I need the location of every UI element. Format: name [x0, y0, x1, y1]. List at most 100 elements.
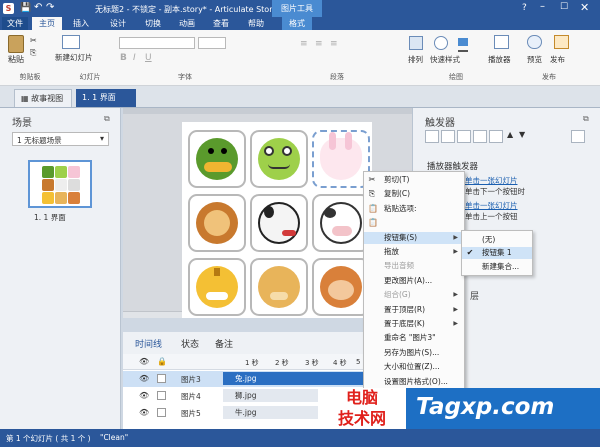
scenes-pin-icon[interactable]: ⧉ [104, 114, 110, 124]
submenu-item-none[interactable]: (无) [462, 234, 532, 246]
submenu-arrow-icon: ▶ [453, 320, 458, 327]
bold-button[interactable]: B [120, 53, 127, 63]
tab-help[interactable]: 帮助 [241, 17, 271, 30]
close-icon[interactable]: ✕ [580, 1, 589, 14]
preview-icon[interactable] [527, 35, 542, 49]
minimize-icon[interactable]: – [540, 1, 545, 12]
align-center-icon[interactable]: ≡ [315, 39, 323, 49]
quick-styles-icon[interactable] [434, 36, 448, 50]
arrange-button[interactable]: 排列 [408, 54, 423, 65]
tab-design[interactable]: 设计 [103, 17, 133, 30]
preview-button[interactable]: 预览 [527, 54, 542, 65]
context-menu-item[interactable]: 另存为图片(S)... [364, 347, 464, 359]
move-up-icon[interactable]: ▲ [507, 130, 513, 139]
menu-item-label: 大小和位置(Z)... [384, 362, 440, 372]
context-menu-item[interactable]: 📋 [364, 217, 464, 229]
italic-button[interactable]: I [133, 53, 136, 63]
picture-rabbit[interactable] [312, 130, 370, 188]
tab-format[interactable]: 格式 [282, 17, 312, 30]
tab-view[interactable]: 查看 [206, 17, 236, 30]
maximize-icon[interactable]: ☐ [560, 2, 568, 12]
quick-styles-button[interactable]: 快速样式 [430, 54, 460, 65]
align-left-icon[interactable]: ≡ [300, 39, 308, 49]
picture-tiger[interactable] [188, 258, 246, 316]
player-button[interactable]: 播放器 [488, 54, 511, 65]
context-menu-item[interactable]: 重命名 "图片3" [364, 332, 464, 344]
save-icon[interactable]: 💾 [20, 3, 31, 13]
slide-canvas[interactable] [182, 122, 372, 318]
tick-1: 1 秒 [245, 359, 259, 367]
trigger-row-3[interactable]: 单击一张幻灯片 [465, 200, 518, 211]
trigger-row-1[interactable]: 单击一张幻灯片 [465, 175, 518, 186]
player-icon[interactable] [494, 35, 509, 49]
timeline-tab[interactable]: 时间线 [135, 337, 162, 350]
paste-icon[interactable] [8, 35, 24, 53]
picture-duck[interactable] [188, 130, 246, 188]
copy-trigger-icon[interactable] [457, 130, 471, 143]
menu-item-label: 置于顶层(R) [384, 304, 426, 314]
picture-monkey[interactable] [312, 258, 370, 316]
lock-toggle[interactable] [157, 374, 166, 383]
context-menu-item[interactable]: 📋 粘贴选项: [364, 203, 464, 215]
context-menu-item[interactable]: ✂ 剪切(T) [364, 174, 464, 186]
cut-icon[interactable]: ✂ [30, 36, 37, 45]
publish-button[interactable]: 发布 [550, 54, 565, 65]
copy-icon[interactable]: ⎘ [30, 48, 36, 58]
paste-trigger-icon[interactable] [473, 130, 487, 143]
edit-trigger-icon[interactable] [441, 130, 455, 143]
visibility-toggle[interactable]: 👁 [139, 408, 149, 417]
new-slide-icon[interactable] [62, 35, 80, 49]
slide-thumbnail[interactable] [28, 160, 92, 208]
tab-animations[interactable]: 动画 [172, 17, 202, 30]
scene-dropdown[interactable]: 1 无标题场景 ▾ [12, 132, 109, 146]
publish-icon[interactable] [554, 35, 569, 49]
visibility-toggle[interactable]: 👁 [139, 391, 149, 400]
context-menu-item[interactable]: 拖放 ▶ [364, 246, 464, 258]
context-menu-item[interactable]: 设置图片格式(O)... [364, 376, 464, 388]
slide-tab[interactable]: 1. 1 界面 [76, 89, 136, 107]
new-trigger-icon[interactable] [425, 130, 439, 143]
help-icon[interactable]: ? [522, 3, 527, 13]
tab-home[interactable]: 主页 [32, 17, 62, 30]
context-menu-item[interactable]: 置于底层(K) ▶ [364, 318, 464, 330]
tab-insert[interactable]: 插入 [66, 17, 96, 30]
deer-icon [258, 266, 300, 308]
context-menu-item[interactable]: 按钮集(S) ▶ [364, 231, 464, 244]
arrange-icon[interactable] [409, 36, 423, 50]
paste-button[interactable]: 粘贴 [8, 54, 24, 65]
submenu-item-button-set-1[interactable]: ✔ 按钮集 1 [462, 247, 532, 259]
lock-toggle[interactable] [157, 391, 166, 400]
picture-cow[interactable] [312, 194, 370, 252]
context-menu-item[interactable]: 置于顶层(R) ▶ [364, 304, 464, 316]
states-tab[interactable]: 状态 [181, 337, 199, 350]
delete-trigger-icon[interactable] [489, 130, 503, 143]
submenu-item-new-set[interactable]: 新建集合... [462, 261, 532, 273]
menu-item-icon: 📋 [368, 218, 378, 228]
picture-frog[interactable] [250, 130, 308, 188]
undo-icon[interactable]: ↶ [34, 2, 42, 13]
notes-tab[interactable]: 备注 [215, 337, 233, 350]
redo-icon[interactable]: ↷ [46, 2, 54, 13]
shape-outline-icon[interactable] [458, 50, 468, 52]
visibility-toggle[interactable]: 👁 [139, 374, 149, 383]
story-view-tab[interactable]: ▦ 故事视图 [14, 89, 72, 107]
context-menu-item[interactable]: 大小和位置(Z)... [364, 361, 464, 373]
triggers-pin-icon[interactable]: ⧉ [583, 114, 589, 124]
tab-file[interactable]: 文件 [2, 17, 28, 30]
tab-transitions[interactable]: 切换 [138, 17, 168, 30]
font-size-select[interactable] [198, 37, 226, 49]
timeline-clip[interactable]: 兔.jpg [223, 372, 363, 385]
lock-toggle[interactable] [157, 408, 166, 417]
move-down-icon[interactable]: ▼ [519, 130, 525, 139]
shape-fill-icon[interactable] [458, 38, 468, 46]
context-menu-item[interactable]: ⎘ 复制(C) [364, 188, 464, 200]
align-right-icon[interactable]: ≡ [330, 39, 338, 49]
variables-icon[interactable] [571, 130, 585, 143]
context-menu-item[interactable]: 更改图片(A)... [364, 275, 464, 287]
picture-dog[interactable] [250, 194, 308, 252]
picture-deer[interactable] [250, 258, 308, 316]
new-slide-button[interactable]: 新建幻灯片 [55, 52, 93, 63]
underline-button[interactable]: U [145, 53, 152, 63]
font-family-select[interactable] [119, 37, 195, 49]
picture-lion[interactable] [188, 194, 246, 252]
